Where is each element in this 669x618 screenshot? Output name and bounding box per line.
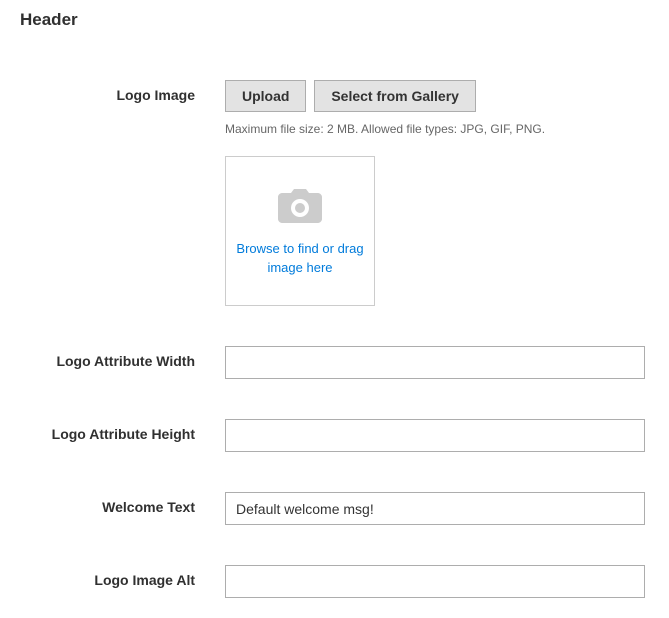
upload-hint: Maximum file size: 2 MB. Allowed file ty… xyxy=(225,122,645,136)
logo-width-input[interactable] xyxy=(225,346,645,379)
logo-height-input[interactable] xyxy=(225,419,645,452)
logo-alt-input[interactable] xyxy=(225,565,645,598)
camera-icon xyxy=(275,185,325,228)
label-logo-alt: Logo Image Alt xyxy=(20,565,225,588)
field-logo-image: Upload Select from Gallery Maximum file … xyxy=(225,80,645,306)
upload-button[interactable]: Upload xyxy=(225,80,306,112)
welcome-text-input[interactable] xyxy=(225,492,645,525)
select-gallery-button[interactable]: Select from Gallery xyxy=(314,80,476,112)
label-logo-image: Logo Image xyxy=(20,80,225,103)
row-logo-width: Logo Attribute Width xyxy=(20,346,649,379)
row-logo-height: Logo Attribute Height xyxy=(20,419,649,452)
row-logo-image: Logo Image Upload Select from Gallery Ma… xyxy=(20,80,649,306)
label-logo-width: Logo Attribute Width xyxy=(20,346,225,369)
section-title: Header xyxy=(20,10,649,30)
row-welcome-text: Welcome Text xyxy=(20,492,649,525)
label-logo-height: Logo Attribute Height xyxy=(20,419,225,442)
row-logo-alt: Logo Image Alt xyxy=(20,565,649,598)
label-welcome-text: Welcome Text xyxy=(20,492,225,515)
upload-dropzone[interactable]: Browse to find or drag image here xyxy=(225,156,375,306)
dropzone-text: Browse to find or drag image here xyxy=(236,240,364,276)
